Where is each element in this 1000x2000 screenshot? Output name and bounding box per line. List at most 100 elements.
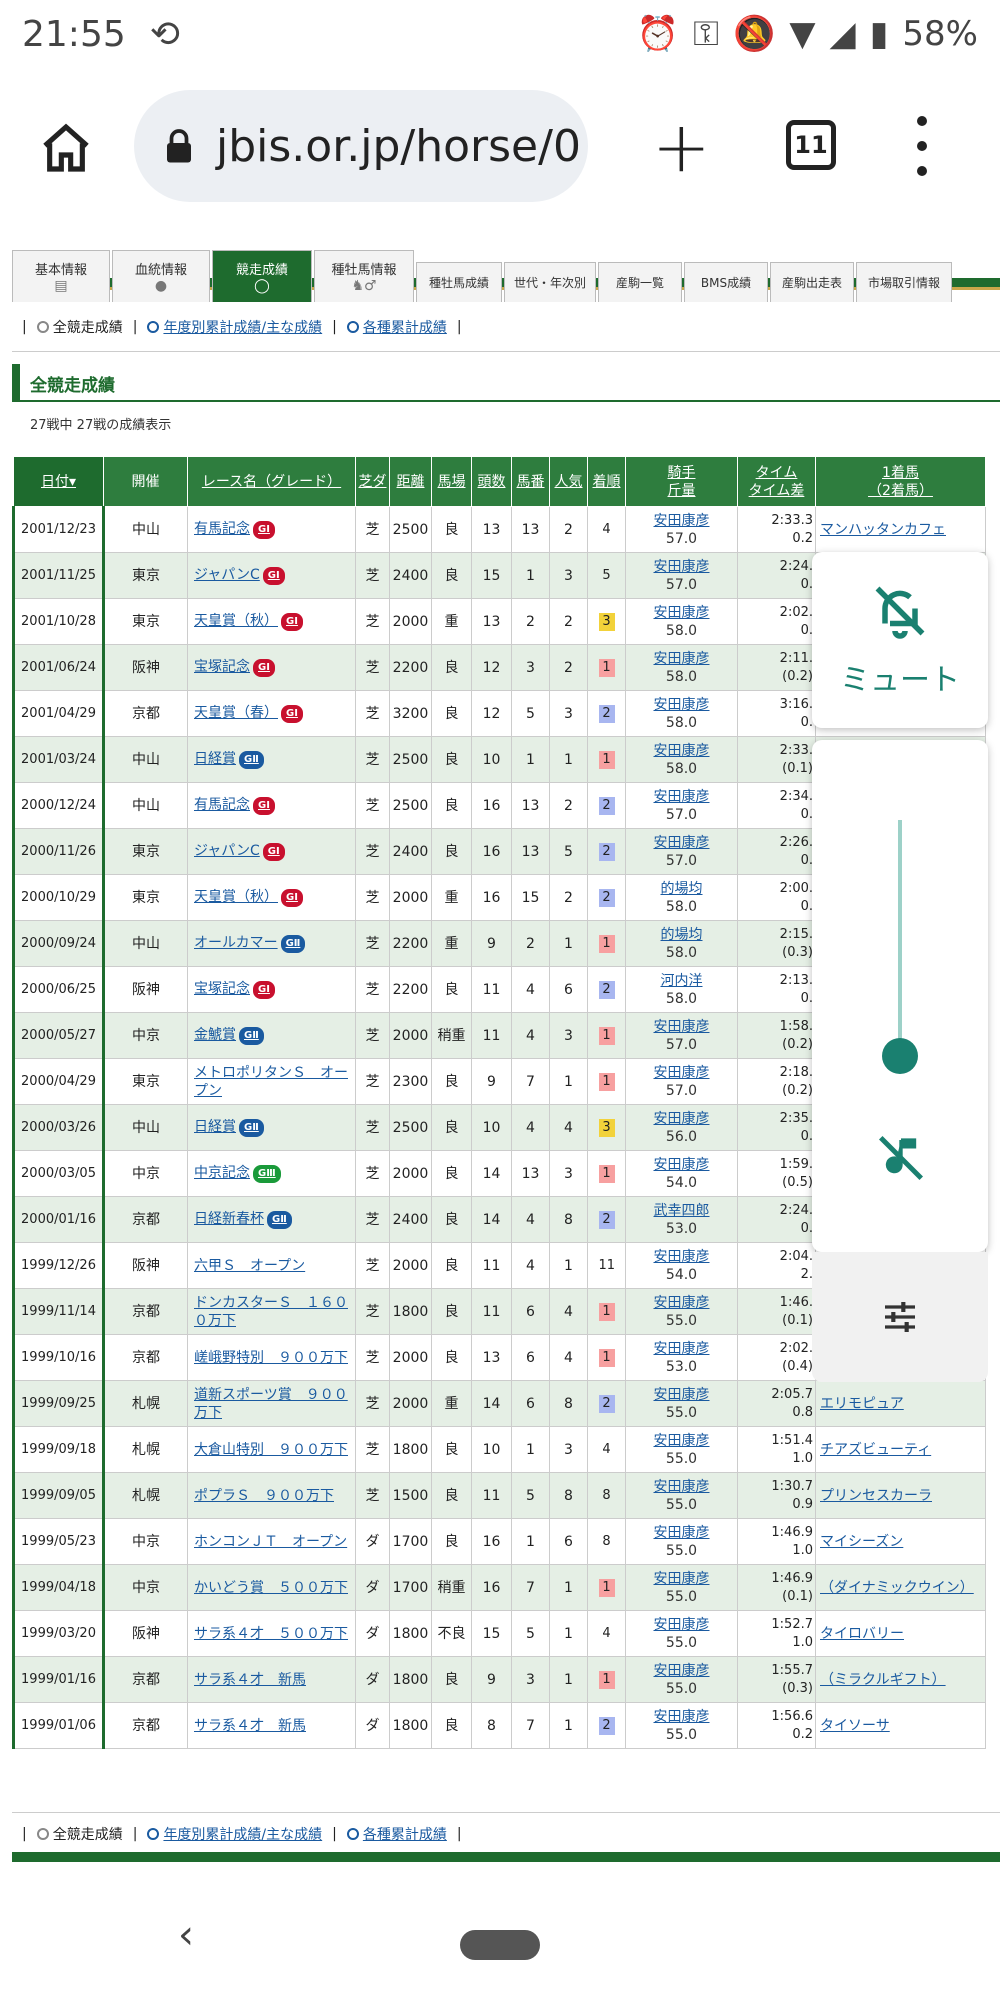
winner-link[interactable]: （ミラクルギフト） (815, 1656, 986, 1703)
winner-link[interactable]: エリモピュア (815, 1380, 986, 1427)
race-name-link[interactable]: 日経賞 GⅡ (187, 736, 356, 783)
jockey-link[interactable]: 安田康彦 (654, 1387, 710, 1403)
jockey-link[interactable]: 河内洋 (661, 973, 703, 989)
tab-pedigree[interactable]: 血統情報 ● (112, 250, 210, 302)
tab-offspring-entries[interactable]: 産駒出走表 (770, 262, 854, 302)
sound-settings-button[interactable] (812, 1252, 988, 1382)
race-name-link[interactable]: 日経新春杯 GⅡ (187, 1196, 356, 1243)
jockey-link[interactable]: 安田康彦 (654, 1341, 710, 1357)
race-header[interactable]: レース名（グレード） (187, 456, 356, 507)
race-name-link[interactable]: かいどう賞 ５００万下 (187, 1564, 356, 1611)
runners-header[interactable]: 頭数 (471, 456, 512, 507)
volume-slider-handle[interactable] (882, 1038, 918, 1074)
race-name-link[interactable]: 六甲Ｓ オープン (187, 1242, 356, 1289)
surface-header[interactable]: 芝ダ (355, 456, 390, 507)
race-name-link[interactable]: 大倉山特別 ９００万下 (187, 1426, 356, 1473)
tab-basic-info[interactable]: 基本情報 ▤ (12, 250, 110, 302)
jockey-link[interactable]: 安田康彦 (654, 1249, 710, 1265)
winner-link[interactable]: プリンセスカーラ (815, 1472, 986, 1519)
race-name-link[interactable]: 嵯峨野特別 ９００万下 (187, 1334, 356, 1381)
jockey-link[interactable]: 安田康彦 (654, 1295, 710, 1311)
jockey-link[interactable]: 安田康彦 (654, 605, 710, 621)
link-cumulative-results-bottom[interactable]: 各種累計成績 (346, 1824, 447, 1844)
winner-link[interactable]: チアズビューティ (815, 1426, 986, 1473)
winner-link[interactable]: マイシーズン (815, 1518, 986, 1565)
jockey-link[interactable]: 安田康彦 (654, 1157, 710, 1173)
race-name-link[interactable]: 宝塚記念 GⅠ (187, 644, 356, 691)
race-name-link[interactable]: ドンカスターＳ １６００万下 (187, 1288, 356, 1335)
distance-header[interactable]: 距離 (389, 456, 432, 507)
link-yearly-results-bottom[interactable]: 年度別累計成績/主な成績 (147, 1824, 322, 1844)
race-name-link[interactable]: 日経賞 GⅡ (187, 1104, 356, 1151)
race-name-link[interactable]: サラ系４才 新馬 (187, 1656, 356, 1703)
race-name-link[interactable]: ジャパンC GⅠ (187, 828, 356, 875)
race-name-link[interactable]: 天皇賞（春） GⅠ (187, 690, 356, 737)
home-gesture-pill[interactable] (460, 1930, 540, 1960)
race-name-link[interactable]: ホンコンＪＴ オープン (187, 1518, 356, 1565)
jockey-link[interactable]: 安田康彦 (654, 513, 710, 529)
race-name-link[interactable]: 金鯱賞 GⅡ (187, 1012, 356, 1059)
race-name-link[interactable]: ジャパンC GⅠ (187, 552, 356, 599)
tab-sire-results[interactable]: 種牡馬成績 (416, 262, 502, 302)
winner-link[interactable]: タイロバリー (815, 1610, 986, 1657)
jockey-link[interactable]: 安田康彦 (654, 1663, 710, 1679)
jockey-link[interactable]: 安田康彦 (654, 1111, 710, 1127)
jockey-link[interactable]: 安田康彦 (654, 1019, 710, 1035)
race-name-link[interactable]: 有馬記念 GⅠ (187, 782, 356, 829)
race-name-link[interactable]: 中京記念 GⅢ (187, 1150, 356, 1197)
jockey-link[interactable]: 安田康彦 (654, 835, 710, 851)
jockey-header[interactable]: 騎手 斤量 (625, 456, 738, 507)
race-name-link[interactable]: 道新スポーツ賞 ９００万下 (187, 1380, 356, 1427)
jockey-link[interactable]: 安田康彦 (654, 1525, 710, 1541)
race-name-link[interactable]: サラ系４才 新馬 (187, 1702, 356, 1749)
jockey-link[interactable]: 安田康彦 (654, 1479, 710, 1495)
jockey-link[interactable]: 武幸四郎 (654, 1203, 710, 1219)
race-name-link[interactable]: 有馬記念 GⅠ (187, 506, 356, 553)
track-header[interactable]: 馬場 (431, 456, 472, 507)
time-header[interactable]: タイム タイム差 (737, 456, 816, 507)
race-name-link[interactable]: オールカマー GⅡ (187, 920, 356, 967)
winner-header[interactable]: 1着馬 （2着馬） (815, 456, 986, 507)
jockey-link[interactable]: 安田康彦 (654, 1571, 710, 1587)
race-name-link[interactable]: メトロポリタンＳ オープン (187, 1058, 356, 1105)
tab-market[interactable]: 市場取引情報 (856, 262, 952, 302)
winner-link[interactable]: タイソーサ (815, 1702, 986, 1749)
jockey-link[interactable]: 安田康彦 (654, 1065, 710, 1081)
race-name-link[interactable]: ポプラＳ ９００万下 (187, 1472, 356, 1519)
new-tab-icon[interactable]: + (652, 106, 711, 188)
tab-race-results[interactable]: 競走成績 ◯ (212, 250, 312, 302)
jockey-link[interactable]: 安田康彦 (654, 697, 710, 713)
popularity-header[interactable]: 人気 (549, 456, 588, 507)
tab-offspring[interactable]: 産駒一覧 (598, 262, 682, 302)
place-header[interactable]: 着順 (587, 456, 626, 507)
home-icon[interactable] (38, 120, 94, 176)
jockey-link[interactable]: 安田康彦 (654, 1617, 710, 1633)
race-name-link[interactable]: 天皇賞（秋） GⅠ (187, 874, 356, 921)
jockey-link[interactable]: 安田康彦 (654, 651, 710, 667)
winner-link[interactable]: （ダイナミックウイン） (815, 1564, 986, 1611)
race-name-link[interactable]: 宝塚記念 GⅠ (187, 966, 356, 1013)
back-icon[interactable]: ‹ (178, 1912, 194, 1958)
tab-generation[interactable]: 世代・年次別 (504, 262, 596, 302)
jockey-link[interactable]: 的場均 (661, 881, 703, 897)
winner-link[interactable]: マンハッタンカフェ (815, 506, 986, 553)
music-off-icon[interactable] (874, 1130, 928, 1186)
jockey-link[interactable]: 的場均 (661, 927, 703, 943)
jockey-link[interactable]: 安田康彦 (654, 789, 710, 805)
url-bar[interactable]: jbis.or.jp/horse/0 (134, 90, 588, 202)
tab-switcher-button[interactable]: 11 (786, 120, 836, 170)
link-yearly-results[interactable]: 年度別累計成績/主な成績 (147, 317, 322, 337)
mute-toggle[interactable]: ミュート (812, 552, 988, 728)
race-name-link[interactable]: サラ系４才 ５００万下 (187, 1610, 356, 1657)
race-name-link[interactable]: 天皇賞（秋） GⅠ (187, 598, 356, 645)
number-header[interactable]: 馬番 (511, 456, 550, 507)
jockey-link[interactable]: 安田康彦 (654, 559, 710, 575)
volume-track[interactable] (898, 820, 902, 1052)
tab-bms[interactable]: BMS成績 (684, 262, 768, 302)
jockey-link[interactable]: 安田康彦 (654, 1433, 710, 1449)
sort-date-header[interactable]: 日付▾ (13, 456, 104, 507)
jockey-link[interactable]: 安田康彦 (654, 743, 710, 759)
jockey-link[interactable]: 安田康彦 (654, 1709, 710, 1725)
link-cumulative-results[interactable]: 各種累計成績 (346, 317, 447, 337)
overflow-menu-icon[interactable] (908, 116, 936, 176)
